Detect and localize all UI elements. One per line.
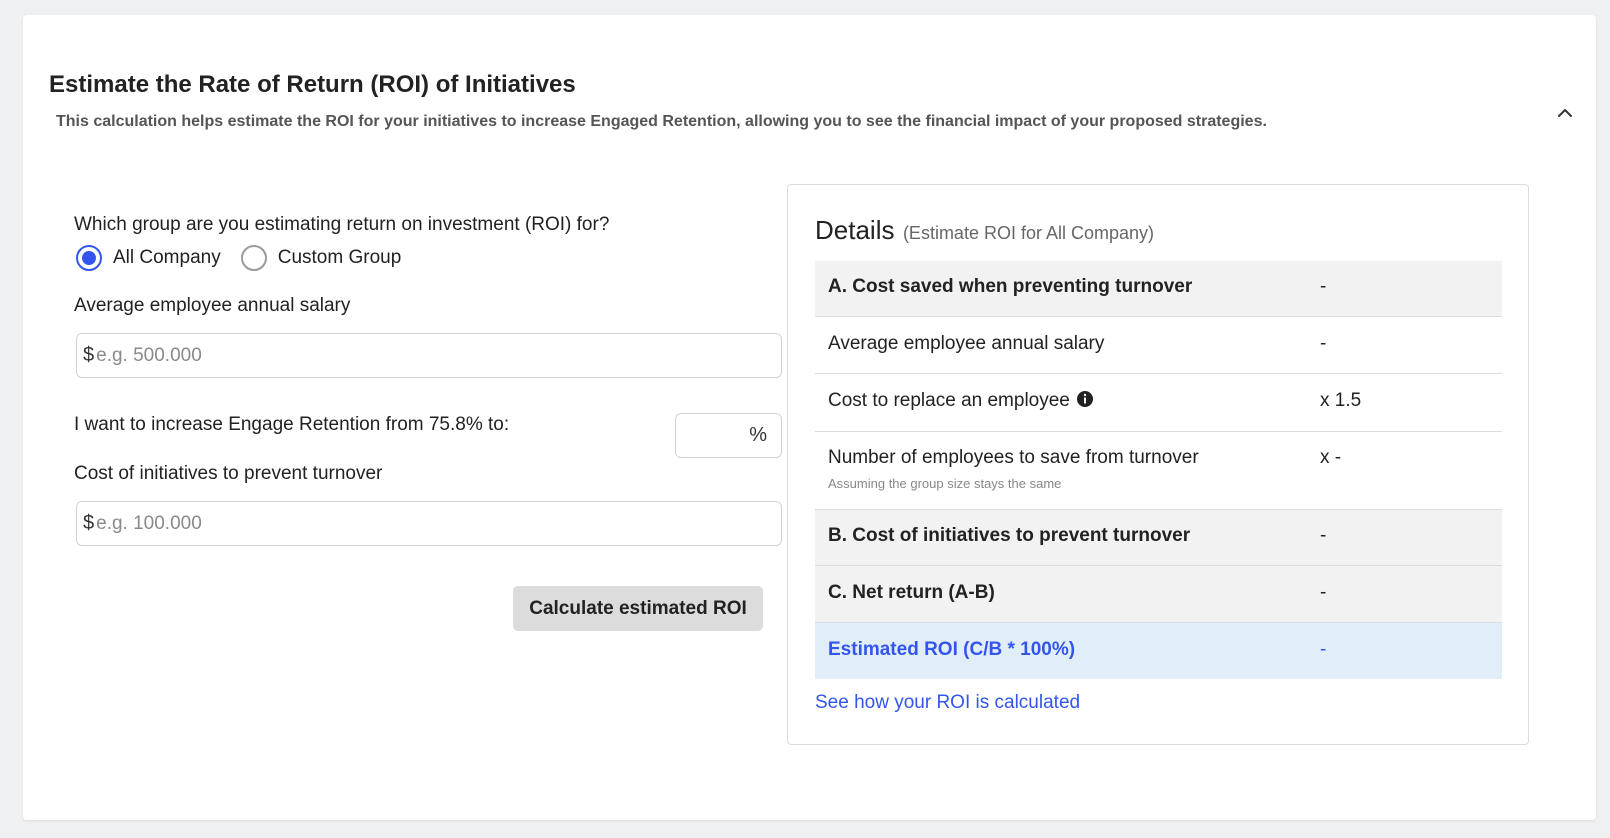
row-label: B. Cost of initiatives to prevent turnov… (828, 525, 1191, 546)
row-label-with-info: Cost to replace an employee (828, 390, 1094, 412)
radio-checked-icon (76, 245, 102, 271)
row-note: Assuming the group size stays the same (828, 476, 1062, 491)
cost-field[interactable]: $ (76, 501, 782, 546)
row-label: A. Cost saved when preventing turnover (828, 276, 1193, 297)
roi-calculation-link[interactable]: See how your ROI is calculated (815, 692, 1080, 714)
row-value: - (1320, 525, 1327, 546)
cost-label: Cost of initiatives to prevent turnover (74, 463, 383, 484)
cost-input[interactable] (96, 512, 757, 535)
info-icon[interactable] (1076, 390, 1094, 408)
salary-field[interactable]: $ (76, 333, 782, 378)
row-label: Estimated ROI (C/B * 100%) (828, 639, 1076, 660)
dollar-icon: $ (83, 512, 95, 534)
table-row-net-return: C. Net return (A-B) - (815, 566, 1502, 623)
group-question-label: Which group are you estimating return on… (74, 214, 610, 235)
dollar-icon: $ (83, 344, 95, 366)
page-subtitle: This calculation helps estimate the ROI … (56, 113, 1267, 130)
radio-label: Custom Group (277, 247, 402, 268)
retention-label: I want to increase Engage Retention from… (74, 414, 510, 435)
chevron-up-icon (1558, 109, 1572, 117)
row-label: Average employee annual salary (828, 333, 1105, 354)
row-value: x - (1320, 447, 1342, 468)
page-title: Estimate the Rate of Return (ROI) of Ini… (49, 71, 576, 98)
row-value: - (1320, 582, 1327, 603)
table-row-salary: Average employee annual salary - (815, 317, 1502, 374)
table-row-employees-saved: Number of employees to save from turnove… (815, 432, 1502, 510)
row-value: - (1320, 276, 1327, 297)
details-title: Details (815, 215, 895, 245)
retention-target-field[interactable]: % (675, 413, 782, 458)
row-value: - (1320, 639, 1327, 660)
table-row-cost-saved: A. Cost saved when preventing turnover - (815, 261, 1502, 317)
details-table: A. Cost saved when preventing turnover -… (815, 261, 1502, 679)
percent-icon: % (749, 424, 767, 446)
radio-all-company[interactable]: All Company (76, 245, 221, 271)
row-label: Cost to replace an employee (828, 390, 1070, 411)
group-radio-group: All Company Custom Group (76, 245, 421, 271)
collapse-button[interactable] (1553, 101, 1577, 125)
row-label: Number of employees to save from turnove… (828, 447, 1199, 468)
table-row-initiative-cost: B. Cost of initiatives to prevent turnov… (815, 510, 1502, 566)
radio-label: All Company (113, 247, 221, 268)
row-value: x 1.5 (1320, 390, 1362, 411)
salary-label: Average employee annual salary (74, 295, 351, 316)
details-panel: Details (Estimate ROI for All Company) A… (787, 184, 1529, 745)
details-header: Details (Estimate ROI for All Company) (815, 215, 1154, 246)
radio-custom-group[interactable]: Custom Group (240, 245, 402, 271)
calculate-roi-button[interactable]: Calculate estimated ROI (513, 586, 763, 631)
details-subtitle: (Estimate ROI for All Company) (902, 223, 1155, 243)
row-label: C. Net return (A-B) (828, 582, 995, 603)
table-row-replace-cost: Cost to replace an employee x 1.5 (815, 374, 1502, 432)
table-row-estimated-roi: Estimated ROI (C/B * 100%) - (815, 623, 1502, 679)
radio-unchecked-icon (240, 245, 267, 271)
row-value: - (1320, 333, 1327, 354)
roi-card: Estimate the Rate of Return (ROI) of Ini… (23, 15, 1596, 820)
retention-target-input[interactable] (689, 424, 750, 447)
salary-input[interactable] (96, 344, 757, 367)
